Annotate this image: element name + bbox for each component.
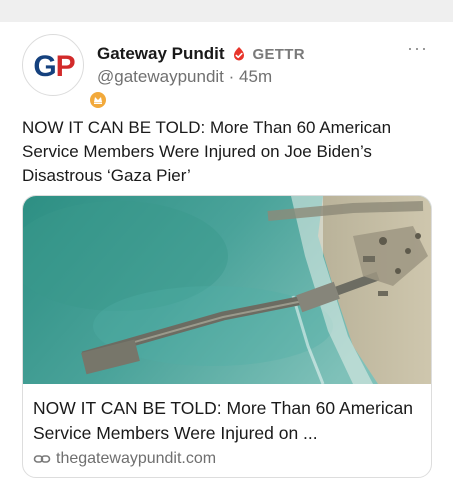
- link-preview-image: [23, 196, 431, 384]
- post-card[interactable]: GP Gateway Pundit GETTR @gatewaypundit ·…: [0, 22, 453, 500]
- avatar[interactable]: GP: [22, 34, 108, 110]
- verified-icon: [233, 47, 244, 61]
- link-preview-card[interactable]: NOW IT CAN BE TOLD: More Than 60 America…: [22, 195, 432, 478]
- avatar-logo-letter-p: P: [55, 50, 76, 83]
- platform-label: GETTR: [252, 45, 305, 63]
- link-preview-title[interactable]: NOW IT CAN BE TOLD: More Than 60 America…: [33, 396, 425, 446]
- author-name-row: Gateway Pundit GETTR: [97, 43, 305, 65]
- top-divider-band: [0, 0, 453, 22]
- author-meta: @gatewaypundit · 45m: [97, 67, 272, 87]
- avatar-logo: GP: [29, 50, 79, 84]
- link-icon: [33, 455, 51, 463]
- more-horizontal-icon[interactable]: ···: [407, 39, 428, 57]
- link-preview-domain: thegatewaypundit.com: [56, 450, 217, 467]
- author-handle[interactable]: @gatewaypundit: [97, 67, 224, 86]
- author-name[interactable]: Gateway Pundit: [97, 44, 225, 64]
- meta-separator: ·: [228, 67, 235, 86]
- avatar-logo-letter-g: G: [33, 50, 56, 83]
- post-text: NOW IT CAN BE TOLD: More Than 60 America…: [22, 118, 392, 185]
- link-preview-domain-row[interactable]: thegatewaypundit.com: [33, 450, 216, 468]
- badge-icon: [88, 90, 108, 110]
- post-timestamp: 45m: [239, 67, 273, 86]
